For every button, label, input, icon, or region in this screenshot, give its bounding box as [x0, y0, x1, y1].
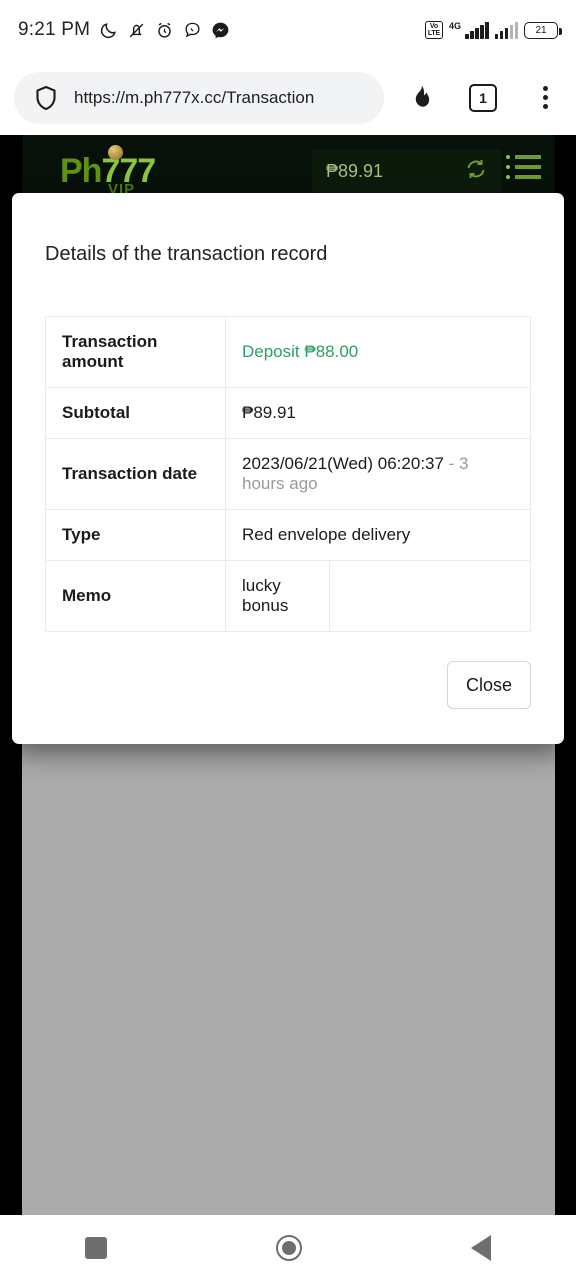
- recents-icon[interactable]: [84, 1236, 107, 1259]
- alarm-icon: [155, 21, 174, 40]
- status-bar-left: 9:21 PM: [18, 19, 230, 41]
- network-type-label: 4G: [448, 20, 461, 31]
- home-icon[interactable]: [275, 1234, 302, 1261]
- mute-vibrate-icon: [127, 21, 146, 40]
- refresh-icon[interactable]: [464, 157, 488, 186]
- row-value-transaction-amount: Deposit ₱88.00: [225, 316, 531, 388]
- messenger-icon: [211, 21, 230, 40]
- transaction-detail-table: Transaction amount Deposit ₱88.00 Subtot…: [45, 316, 531, 632]
- volte-icon: Vo LTE: [424, 20, 443, 40]
- table-row: Transaction date 2023/06/21(Wed) 06:20:3…: [45, 438, 531, 510]
- close-button[interactable]: Close: [446, 661, 531, 709]
- android-navigation-bar: [0, 1215, 576, 1280]
- row-value-memo: lucky bonus: [225, 560, 330, 632]
- signal-bars-sim2-icon: [494, 21, 518, 39]
- back-icon[interactable]: [471, 1234, 492, 1261]
- row-label-memo: Memo: [45, 560, 226, 632]
- browser-actions: 1: [390, 70, 576, 126]
- row-value-memo-extra: [329, 560, 531, 632]
- address-bar[interactable]: https://m.ph777x.cc/Transaction: [14, 71, 384, 124]
- table-row: Transaction amount Deposit ₱88.00: [45, 316, 531, 388]
- transaction-detail-dialog: Details of the transaction record Transa…: [12, 193, 564, 744]
- three-dot-menu-icon[interactable]: [514, 70, 576, 126]
- tab-count-label: 1: [469, 83, 497, 112]
- transaction-amount-value: Deposit ₱88.00: [242, 342, 359, 361]
- status-bar-clock: 9:21 PM: [18, 19, 91, 40]
- battery-icon: 21: [524, 21, 562, 39]
- row-label-subtotal: Subtotal: [45, 387, 226, 439]
- signal-bars-sim1-icon: [465, 21, 489, 39]
- status-bar: 9:21 PM Vo LTE 4G 21: [0, 0, 576, 60]
- moon-icon: [99, 21, 118, 40]
- transaction-date-value: 2023/06/21(Wed) 06:20:37: [242, 454, 444, 473]
- dialog-actions: Close: [446, 661, 531, 709]
- status-bar-right: Vo LTE 4G 21: [424, 20, 562, 40]
- row-label-type: Type: [45, 509, 226, 561]
- battery-level-label: 21: [535, 24, 547, 36]
- logo-ball-icon: [108, 145, 123, 160]
- phone-screen: 9:21 PM Vo LTE 4G 21 https://m.ph777x.cc…: [0, 0, 576, 1280]
- tab-counter-button[interactable]: 1: [452, 70, 514, 126]
- browser-toolbar: https://m.ph777x.cc/Transaction 1: [0, 60, 576, 135]
- viber-icon: [183, 21, 202, 40]
- flame-icon[interactable]: [390, 70, 452, 126]
- dialog-title: Details of the transaction record: [45, 243, 328, 265]
- logo-prefix: Ph: [60, 152, 102, 190]
- table-row: Memo lucky bonus: [45, 560, 531, 632]
- url-text: https://m.ph777x.cc/Transaction: [74, 87, 315, 107]
- table-row: Type Red envelope delivery: [45, 509, 531, 561]
- site-logo[interactable]: Ph777 VIP: [60, 145, 156, 197]
- row-label-transaction-amount: Transaction amount: [45, 316, 226, 388]
- row-value-transaction-date: 2023/06/21(Wed) 06:20:37 - 3 hours ago: [225, 438, 531, 510]
- row-value-type: Red envelope delivery: [225, 509, 531, 561]
- row-value-subtotal: ₱89.91: [225, 387, 531, 439]
- row-label-transaction-date: Transaction date: [45, 438, 226, 510]
- balance-amount: ₱89.91: [326, 160, 384, 181]
- shield-icon: [32, 84, 60, 112]
- hamburger-menu-icon[interactable]: [506, 155, 541, 179]
- balance-display[interactable]: ₱89.91: [312, 149, 502, 193]
- table-row: Subtotal ₱89.91: [45, 387, 531, 439]
